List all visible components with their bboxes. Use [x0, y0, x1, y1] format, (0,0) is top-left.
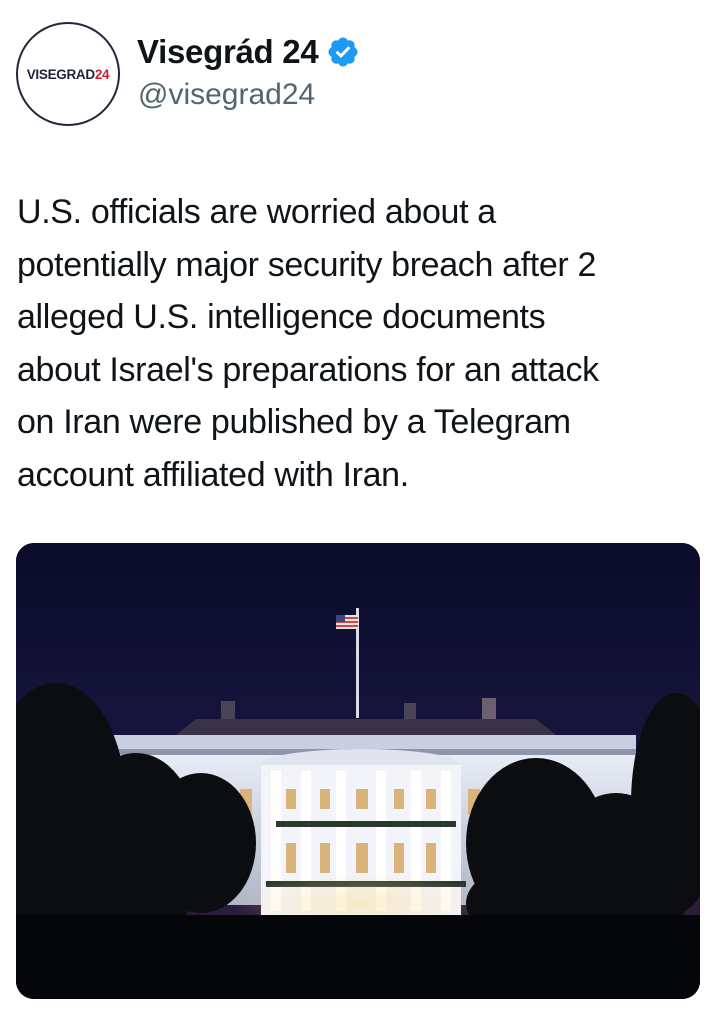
white-house-at-night-photo — [16, 543, 700, 999]
tweet: VISEGRAD24 Visegrád 24 @visegrad24 U.S. … — [0, 0, 715, 1024]
handle[interactable]: @visegrad24 — [138, 78, 315, 112]
display-name-row: Visegrád 24 — [137, 30, 360, 74]
tweet-text: U.S. officials are worried about a poten… — [17, 193, 599, 494]
tweet-media-photo[interactable] — [16, 543, 700, 999]
avatar-logo-text: VISEGRAD24 — [26, 66, 110, 82]
display-name[interactable]: Visegrád 24 — [137, 33, 319, 71]
flag-icon — [336, 615, 358, 629]
verified-badge-icon — [326, 35, 360, 69]
avatar[interactable]: VISEGRAD24 — [16, 22, 120, 126]
